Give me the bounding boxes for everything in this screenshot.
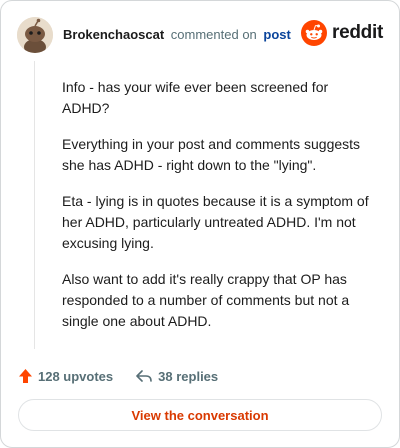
- comment-body: Info - has your wife ever been screened …: [62, 77, 374, 347]
- view-conversation-button[interactable]: View the conversation: [18, 399, 382, 431]
- reddit-wordmark: reddit: [332, 22, 383, 43]
- reply-arrow-icon: [136, 370, 152, 382]
- comment-paragraph-4: Also want to add it's really crappy that…: [62, 271, 350, 329]
- replies-count: 38 replies: [158, 368, 219, 384]
- comment-paragraph-2: Everything in your post and comments sug…: [62, 136, 361, 173]
- upvote-arrow-icon: [19, 369, 32, 383]
- embedded-comment-card: Brokenchaoscat commented on post reddit …: [0, 0, 400, 448]
- upvotes-count: 128 upvotes: [38, 368, 114, 384]
- post-link[interactable]: post: [263, 27, 290, 42]
- reddit-logo-icon: [301, 20, 328, 46]
- upvotes-stat[interactable]: 128 upvotes: [18, 368, 113, 384]
- comment-footer: 128 upvotes 38 replies: [18, 365, 240, 387]
- snoo-avatar-icon: [17, 17, 53, 53]
- comment-paragraph-1: Info - has your wife ever been screened …: [62, 79, 329, 116]
- thread-line: [34, 61, 35, 349]
- action-text: commented on: [170, 27, 257, 42]
- comment-header: Brokenchaoscat commented on post reddit: [17, 17, 383, 53]
- header-text: Brokenchaoscat commented on post: [63, 27, 291, 43]
- username[interactable]: Brokenchaoscat: [63, 27, 164, 42]
- comment-paragraph-3: Eta - lying is in quotes because it is a…: [62, 193, 369, 251]
- replies-stat[interactable]: 38 replies: [135, 368, 218, 384]
- avatar[interactable]: [17, 17, 53, 53]
- reddit-logo[interactable]: reddit: [301, 20, 383, 46]
